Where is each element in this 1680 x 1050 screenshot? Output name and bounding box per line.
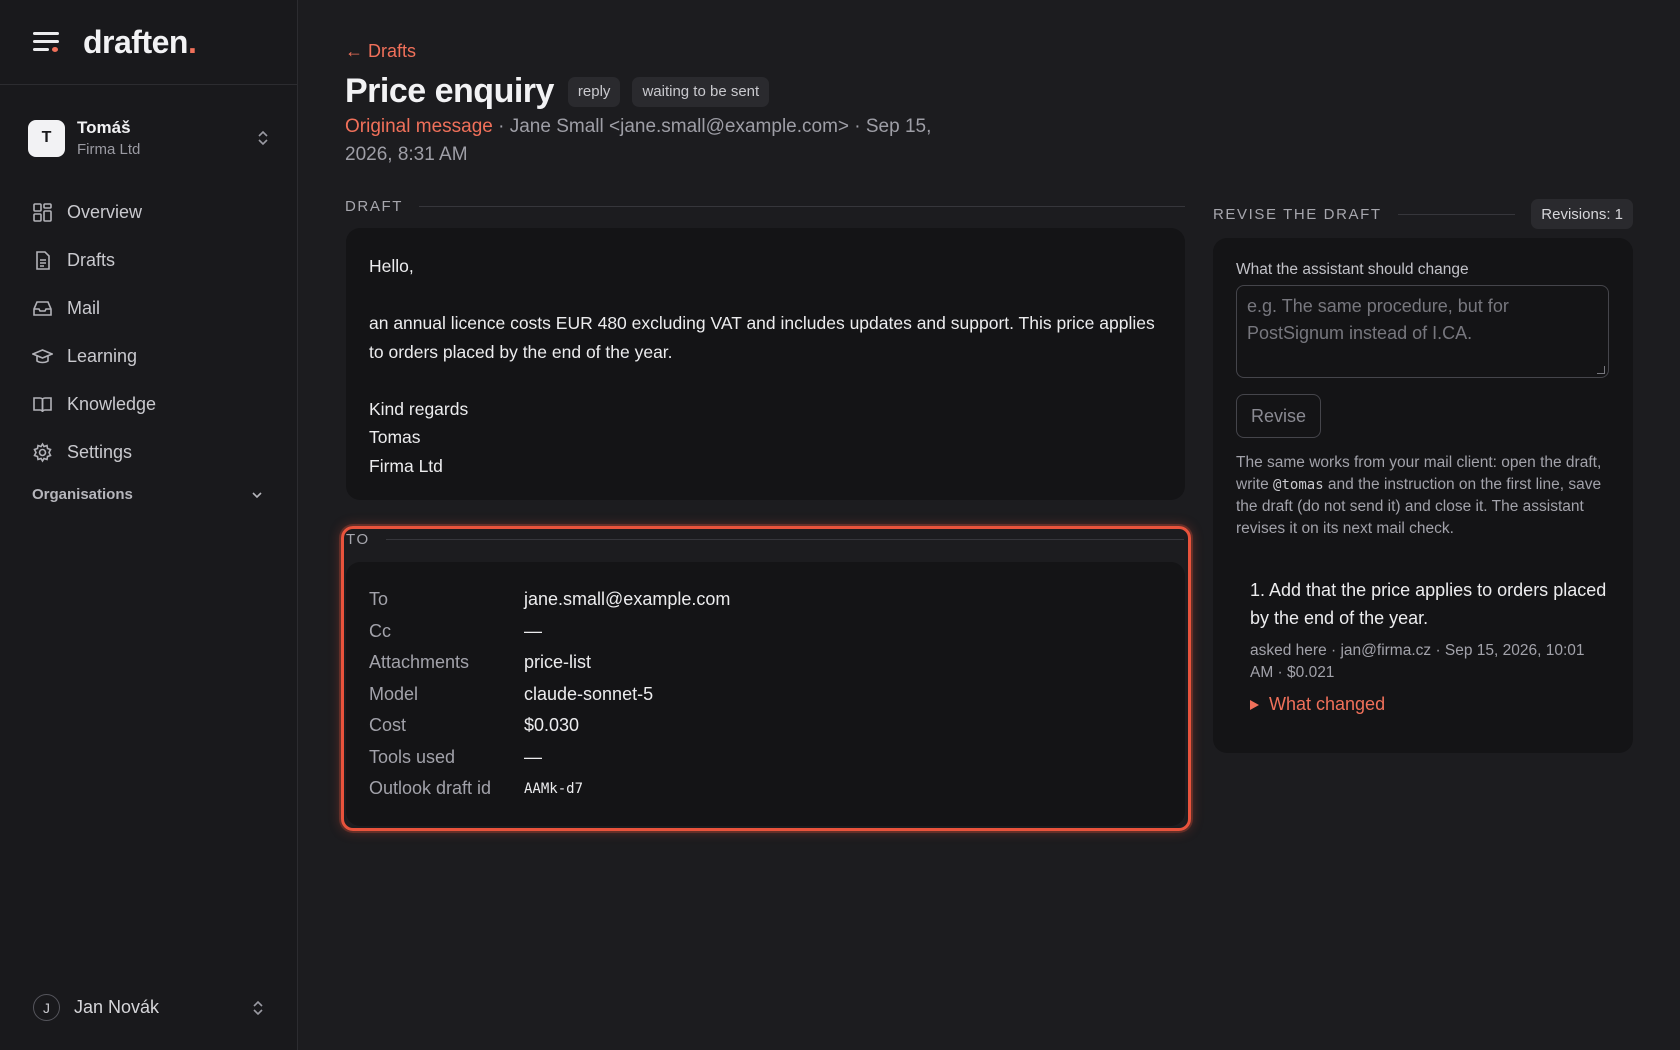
instruction-textarea[interactable]: e.g. The same procedure, but for PostSig… — [1236, 285, 1609, 378]
sidebar-item-label: Knowledge — [67, 393, 157, 414]
sidebar-item-knowledge[interactable]: Knowledge — [32, 380, 272, 428]
detail-row-to: To jane.small@example.com — [369, 589, 731, 610]
detail-row-attachments: Attachments price-list — [369, 652, 592, 673]
sidebar-item-label: Mail — [67, 297, 101, 318]
org-avatar: T — [28, 119, 65, 157]
draft-paragraph: an annual licence costs EUR 480 excludin… — [369, 313, 1155, 362]
org-name: Tomáš — [77, 118, 131, 137]
resize-handle-icon[interactable] — [1597, 366, 1605, 374]
inbox-icon — [33, 300, 52, 316]
what-changed-toggle[interactable]: What changed — [1250, 694, 1610, 715]
original-message-link[interactable]: Original message — [345, 116, 493, 137]
draft-body: Hello, an annual licence costs EUR 480 e… — [346, 228, 1185, 500]
organisations-label: Organisations — [32, 486, 133, 503]
chevron-up-down-icon — [258, 130, 268, 146]
revise-section-header: REVISE THE DRAFT Revisions: 1 — [1213, 199, 1633, 229]
sidebar-item-label: Overview — [67, 201, 143, 222]
draft-signature-company: Firma Ltd — [369, 455, 443, 476]
organisations-toggle[interactable]: Organisations — [32, 486, 264, 503]
type-badge: reply — [567, 76, 621, 107]
draft-greeting: Hello, — [369, 256, 414, 276]
sidebar-item-learning[interactable]: Learning — [32, 332, 272, 380]
draft-closing: Kind regards — [369, 398, 469, 419]
revise-button[interactable]: Revise — [1236, 394, 1321, 438]
user-name: Jan Novák — [74, 997, 160, 1017]
document-icon — [36, 250, 50, 270]
sidebar-item-label: Drafts — [67, 249, 116, 270]
details-section-label: TO — [346, 531, 370, 548]
org-company: Firma Ltd — [77, 141, 141, 158]
detail-row-cc: Cc — — [369, 620, 542, 641]
details-section-header: TO — [346, 531, 1184, 548]
detail-row-outlook-id: Outlook draft id AAMk-d7 — [369, 778, 584, 799]
book-icon — [33, 396, 52, 412]
what-changed-label: What changed — [1269, 694, 1386, 714]
menu-icon[interactable] — [33, 31, 59, 53]
org-switcher[interactable]: T Tomáš Firma Ltd — [28, 116, 270, 160]
sidebar-item-mail[interactable]: Mail — [32, 284, 272, 332]
details-card: To jane.small@example.com Cc — Attachments… — [346, 562, 1185, 826]
sidebar-nav: Overview Drafts Mail Learning Knowledge … — [32, 188, 272, 476]
mention-code: @tomas — [1273, 477, 1324, 493]
status-badge: waiting to be sent — [632, 76, 770, 107]
revise-panel: What the assistant should change e.g. Th… — [1213, 238, 1633, 753]
draft-signature-name: Tomas — [369, 427, 421, 447]
title-row: Price enquiry reply waiting to be sent — [345, 72, 770, 111]
message-meta: Original message · Jane Small <jane.smal… — [345, 113, 965, 169]
gear-icon — [33, 441, 52, 463]
user-menu[interactable]: J Jan Novák — [33, 994, 265, 1021]
page-title: Price enquiry — [345, 72, 554, 110]
logo[interactable]: draften. — [83, 24, 197, 61]
revision-text: 1. Add that the price applies to orders … — [1250, 580, 1607, 628]
draft-section-label: DRAFT — [345, 198, 403, 215]
sidebar-item-settings[interactable]: Settings — [32, 428, 272, 476]
draft-section-header: DRAFT — [345, 198, 1185, 215]
back-to-drafts-link[interactable]: ← Drafts — [345, 41, 416, 62]
detail-row-tools: Tools used — — [369, 746, 542, 767]
chevron-up-down-icon — [253, 1000, 263, 1015]
graduation-cap-icon — [32, 348, 53, 363]
sidebar-item-drafts[interactable]: Drafts — [32, 236, 272, 284]
sidebar-item-label: Learning — [67, 345, 138, 366]
avatar: J — [33, 994, 60, 1021]
sidebar: draften. T Tomáš Firma Ltd Overview Draf… — [0, 0, 298, 1050]
revisions-count-badge: Revisions: 1 — [1531, 199, 1633, 229]
instruction-placeholder: e.g. The same procedure, but for PostSig… — [1247, 296, 1509, 343]
brand-bar: draften. — [0, 0, 297, 85]
sidebar-item-label: Settings — [67, 441, 133, 462]
grid-icon — [33, 202, 52, 222]
detail-row-cost: Cost $0.030 — [369, 715, 580, 736]
chevron-down-icon — [252, 491, 262, 498]
detail-row-model: Model claude-sonnet-5 — [369, 683, 654, 704]
mail-client-help: The same works from your mail client: op… — [1236, 454, 1602, 537]
revise-section-label: REVISE THE DRAFT — [1213, 205, 1382, 223]
disclosure-triangle-icon — [1250, 699, 1259, 710]
instruction-label: What the assistant should change — [1236, 261, 1469, 278]
revision-item: 1. Add that the price applies to orders … — [1236, 576, 1610, 715]
revision-info: asked here · jan@firma.cz · Sep 15, 2026… — [1250, 642, 1585, 681]
sidebar-item-overview[interactable]: Overview — [32, 188, 272, 236]
